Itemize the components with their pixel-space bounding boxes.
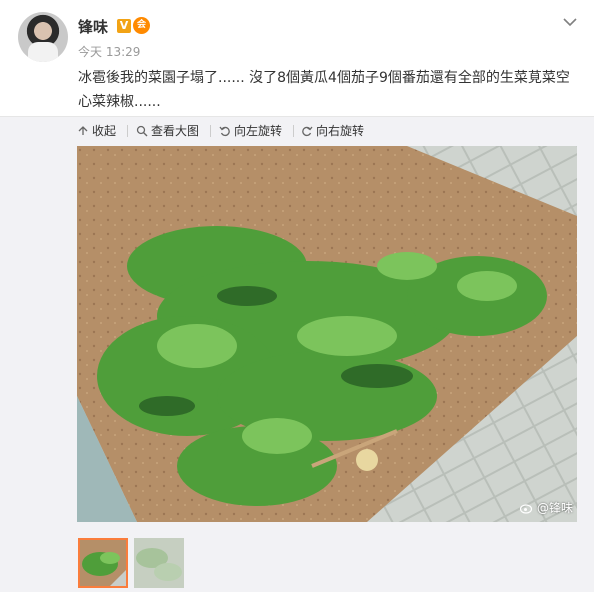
rotate-left-button[interactable]: 向左旋转: [219, 122, 282, 139]
image-viewer: @锋味: [0, 144, 594, 592]
rotate-right-icon: [302, 126, 313, 136]
chevron-down-icon[interactable]: [562, 14, 578, 30]
thumbnail-2[interactable]: [134, 538, 184, 588]
post-text: 冰雹後我的菜園子塌了...... 沒了8個黃瓜4個茄子9個番茄還有全部的生菜莧菜…: [78, 70, 570, 110]
toolbar-divider: [210, 125, 211, 137]
thumbnail-1[interactable]: [78, 538, 128, 588]
collapse-label: 收起: [92, 124, 117, 138]
view-large-label: 查看大图: [151, 124, 200, 138]
toolbar-divider: [127, 125, 128, 137]
post-header: 锋味 V 会 今天 13:29 冰雹後我的菜園子塌了...... 沒了8個黃瓜4…: [0, 0, 594, 112]
collapse-button[interactable]: 收起: [77, 122, 116, 139]
avatar[interactable]: [18, 12, 68, 62]
view-large-button[interactable]: 查看大图: [136, 122, 199, 139]
rotate-left-label: 向左旋转: [234, 124, 283, 138]
garden-photo-illustration: [77, 146, 577, 522]
magnify-icon: [136, 125, 148, 136]
image-watermark: @锋味: [519, 499, 573, 516]
watermark-text: @锋味: [536, 501, 573, 515]
member-badge: 会: [133, 17, 150, 34]
vip-badge: V: [117, 19, 131, 33]
weibo-icon: [519, 503, 533, 514]
rotate-right-button[interactable]: 向右旋转: [301, 122, 364, 139]
username[interactable]: 锋味: [78, 16, 108, 37]
thumbnail-2-image: [134, 538, 184, 588]
rotate-right-label: 向右旋转: [316, 124, 365, 138]
collapse-icon: [78, 125, 88, 135]
toolbar-divider: [293, 125, 294, 137]
garden-photo[interactable]: @锋味: [77, 146, 577, 522]
image-toolbar: 收起 查看大图 向左旋转 向右旋转: [0, 116, 594, 144]
thumbnail-1-image: [80, 540, 126, 586]
rotate-left-icon: [219, 126, 230, 136]
post-timestamp[interactable]: 今天 13:29: [78, 43, 140, 60]
